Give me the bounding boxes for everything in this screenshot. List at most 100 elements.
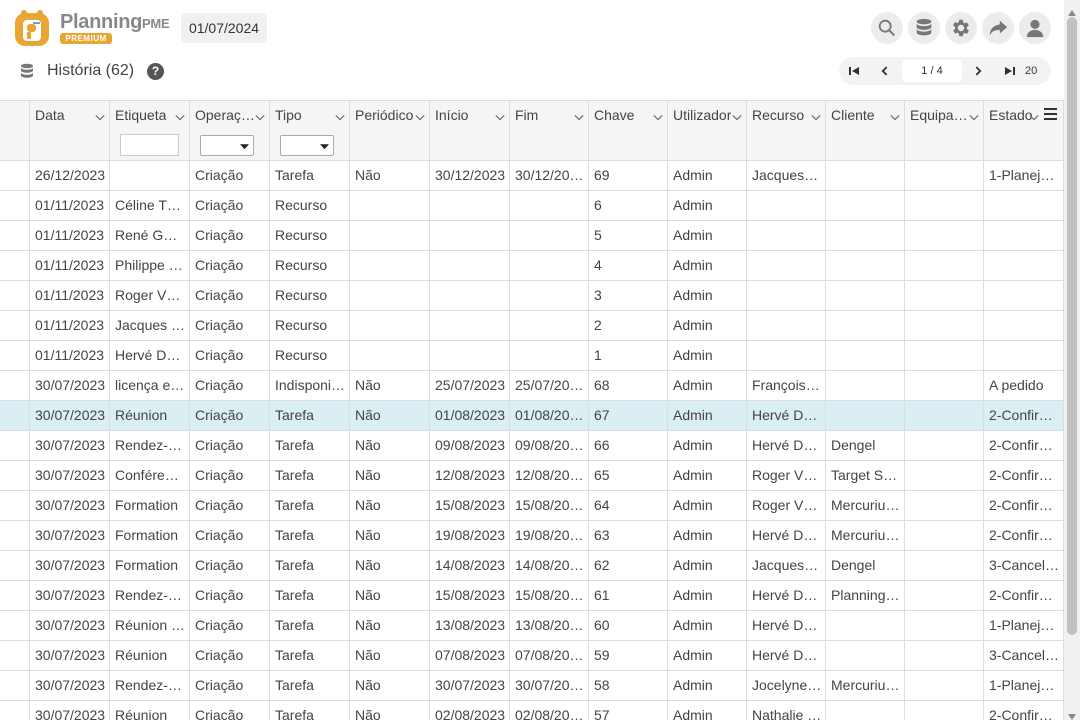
table-cell: Criação xyxy=(190,701,270,720)
table-cell xyxy=(350,311,430,340)
column-header[interactable]: Cliente xyxy=(826,101,905,161)
column-filter-select[interactable] xyxy=(200,135,254,156)
table-row[interactable]: 30/07/2023 Rendez-v… Criação Tarefa Não 09/08… xyxy=(0,431,1064,461)
vertical-scrollbar[interactable] xyxy=(1064,0,1080,720)
app-window: PlanningPME PREMIUM 01/07/2024 História … xyxy=(0,0,1080,720)
chevron-down-icon[interactable] xyxy=(732,109,742,121)
table-cell: 1-Planejado xyxy=(984,671,1064,700)
column-menu-icon[interactable] xyxy=(1044,107,1057,120)
column-filter-input[interactable] xyxy=(120,134,179,156)
column-filter-select[interactable] xyxy=(280,135,334,156)
table-cell: 07/08/2023 xyxy=(510,641,589,670)
chevron-down-icon[interactable] xyxy=(1029,109,1039,121)
column-header[interactable]: Tipo xyxy=(270,101,350,161)
column-header[interactable]: Estado xyxy=(984,101,1064,161)
row-gutter[interactable] xyxy=(0,611,30,640)
next-page-button[interactable] xyxy=(969,61,989,81)
table-row[interactable]: 01/11/2023 Philippe … Criação Recurso 4 Admin xyxy=(0,251,1064,281)
row-gutter[interactable] xyxy=(0,161,30,190)
scroll-down-arrow[interactable] xyxy=(1068,708,1076,720)
row-gutter[interactable] xyxy=(0,461,30,490)
row-gutter[interactable] xyxy=(0,671,30,700)
search-button[interactable] xyxy=(871,12,903,44)
chevron-down-icon[interactable] xyxy=(890,109,900,121)
table-row[interactable]: 01/11/2023 René GE… Criação Recurso 5 Admin xyxy=(0,221,1064,251)
scroll-up-arrow[interactable] xyxy=(1068,4,1076,16)
column-header[interactable]: Data xyxy=(30,101,110,161)
table-row[interactable]: 30/07/2023 Réunion i… Criação Tarefa Não 13/0… xyxy=(0,611,1064,641)
column-header[interactable]: Fim xyxy=(510,101,589,161)
table-cell: Criação xyxy=(190,641,270,670)
help-icon[interactable]: ? xyxy=(147,63,164,80)
row-gutter[interactable] xyxy=(0,251,30,280)
chevron-down-icon[interactable] xyxy=(335,109,345,121)
share-button[interactable] xyxy=(982,12,1014,44)
table-row[interactable]: 30/07/2023 Rendez-v… Criação Tarefa Não 15/08… xyxy=(0,581,1064,611)
chevron-down-icon[interactable] xyxy=(95,109,105,121)
table-cell: 30/07/2023 xyxy=(30,461,110,490)
table-row[interactable]: 30/07/2023 Rendez-v… Criação Tarefa Não 30/07… xyxy=(0,671,1064,701)
row-gutter[interactable] xyxy=(0,581,30,610)
table-cell: Criação xyxy=(190,671,270,700)
row-gutter[interactable] xyxy=(0,341,30,370)
current-date-picker[interactable]: 01/07/2024 xyxy=(181,13,267,43)
last-page-button[interactable] xyxy=(1000,61,1020,81)
table-row[interactable]: 30/07/2023 Réunion Criação Tarefa Não 01/08/2… xyxy=(0,401,1064,431)
first-page-button[interactable] xyxy=(844,61,864,81)
table-row[interactable]: 30/07/2023 Réunion Criação Tarefa Não 07/08/2… xyxy=(0,641,1064,671)
table-row[interactable]: 01/11/2023 Roger VE… Criação Recurso 3 Admin xyxy=(0,281,1064,311)
chevron-down-icon[interactable] xyxy=(969,109,979,121)
previous-page-button[interactable] xyxy=(874,61,894,81)
table-row[interactable]: 01/11/2023 Céline TR… Criação Recurso 6 Admin xyxy=(0,191,1064,221)
table-row[interactable]: 30/07/2023 Réunion Criação Tarefa Não 02/08/2… xyxy=(0,701,1064,720)
row-gutter[interactable] xyxy=(0,521,30,550)
chevron-down-icon[interactable] xyxy=(653,109,663,121)
row-gutter[interactable] xyxy=(0,701,30,720)
column-header[interactable]: Chave xyxy=(589,101,668,161)
column-header[interactable]: Etiqueta xyxy=(110,101,190,161)
row-gutter[interactable] xyxy=(0,281,30,310)
chevron-down-icon[interactable] xyxy=(255,109,265,121)
table-row[interactable]: 30/07/2023 Formation Criação Tarefa Não 14/08… xyxy=(0,551,1064,581)
table-row[interactable]: 30/07/2023 Formation Criação Tarefa Não 19/08… xyxy=(0,521,1064,551)
page-size[interactable]: 20 xyxy=(1025,57,1037,85)
table-row[interactable]: 30/07/2023 Conféren… Criação Tarefa Não 12/08… xyxy=(0,461,1064,491)
row-gutter[interactable] xyxy=(0,641,30,670)
column-header[interactable]: Equipamento xyxy=(905,101,984,161)
table-cell: Planning… xyxy=(826,581,905,610)
chevron-down-icon[interactable] xyxy=(415,109,425,121)
column-header[interactable]: Recurso xyxy=(747,101,826,161)
user-button[interactable] xyxy=(1019,12,1051,44)
chevron-down-icon[interactable] xyxy=(495,109,505,121)
column-header[interactable]: Início xyxy=(430,101,510,161)
database-button[interactable] xyxy=(908,12,940,44)
planning-pme-logo[interactable] xyxy=(12,8,52,48)
table-cell: René GE… xyxy=(110,221,190,250)
column-header[interactable]: Operação xyxy=(190,101,270,161)
table-row[interactable]: 26/12/2023 Criação Tarefa Não 30/12/2023 30/1… xyxy=(0,161,1064,191)
column-header[interactable]: Utilizador xyxy=(668,101,747,161)
scrollbar-thumb[interactable] xyxy=(1067,17,1077,635)
row-gutter[interactable] xyxy=(0,191,30,220)
table-cell: 30/07/2023 xyxy=(30,671,110,700)
table-row[interactable]: 30/07/2023 licença e… Criação Indisponibili… xyxy=(0,371,1064,401)
settings-button[interactable] xyxy=(945,12,977,44)
row-gutter[interactable] xyxy=(0,221,30,250)
row-gutter[interactable] xyxy=(0,551,30,580)
column-header[interactable]: Periódico xyxy=(350,101,430,161)
table-cell: 15/08/2023 xyxy=(510,581,589,610)
row-gutter[interactable] xyxy=(0,401,30,430)
table-cell: 2-Confirmado xyxy=(984,581,1064,610)
page-indicator[interactable]: 1 / 4 xyxy=(902,60,962,82)
row-gutter[interactable] xyxy=(0,431,30,460)
table-cell xyxy=(905,521,984,550)
row-gutter[interactable] xyxy=(0,491,30,520)
row-gutter[interactable] xyxy=(0,371,30,400)
table-row[interactable]: 01/11/2023 Hervé DU… Criação Recurso 1 Admin xyxy=(0,341,1064,371)
row-gutter[interactable] xyxy=(0,311,30,340)
chevron-down-icon[interactable] xyxy=(175,109,185,121)
chevron-down-icon[interactable] xyxy=(574,109,584,121)
table-row[interactable]: 30/07/2023 Formation Criação Tarefa Não 15/08… xyxy=(0,491,1064,521)
chevron-down-icon[interactable] xyxy=(811,109,821,121)
table-row[interactable]: 01/11/2023 Jacques … Criação Recurso 2 Admin xyxy=(0,311,1064,341)
